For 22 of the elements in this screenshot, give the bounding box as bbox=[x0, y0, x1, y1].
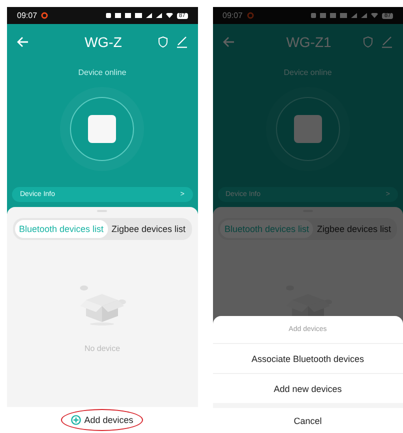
edit-icon[interactable] bbox=[381, 36, 393, 48]
plus-circle-icon bbox=[71, 415, 82, 425]
back-arrow-icon[interactable] bbox=[17, 36, 29, 48]
device-title: WG-Z bbox=[84, 34, 123, 50]
notification-icon bbox=[41, 12, 48, 19]
empty-message: No device bbox=[84, 344, 120, 353]
notification-icon bbox=[246, 12, 254, 19]
gateway-device-icon bbox=[294, 115, 322, 143]
gateway-device-icon bbox=[88, 115, 116, 143]
shield-icon[interactable] bbox=[363, 36, 373, 48]
device-status: Device online bbox=[77, 68, 128, 77]
wifi-icon bbox=[166, 13, 173, 18]
status-time: 09:07 bbox=[17, 11, 38, 20]
list-tab[interactable]: Zigbee devices list bbox=[108, 220, 190, 238]
add-devices-button[interactable]: Add devices bbox=[71, 415, 134, 425]
status-time: 09:07 bbox=[222, 11, 243, 20]
wifi-icon bbox=[371, 13, 378, 18]
back-arrow-icon[interactable] bbox=[222, 36, 234, 48]
device-status: Device online bbox=[282, 68, 333, 77]
edit-icon[interactable] bbox=[176, 36, 188, 48]
shield-icon[interactable] bbox=[158, 36, 168, 48]
device-title: WG-Z1 bbox=[285, 34, 332, 50]
